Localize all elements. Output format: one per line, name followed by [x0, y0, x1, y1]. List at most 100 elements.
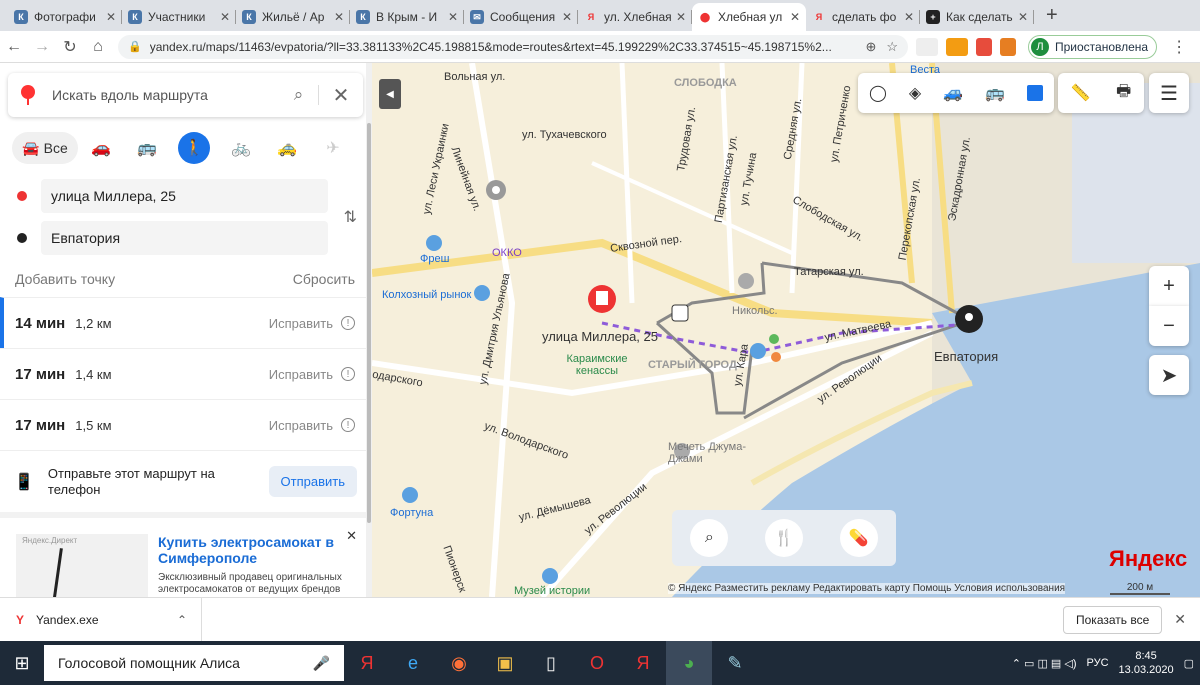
poi-label[interactable]: Мечеть Джума-Джами — [668, 441, 748, 465]
back-icon[interactable]: ← — [0, 38, 28, 56]
yandex-icon[interactable]: Я — [620, 641, 666, 685]
map-footer-links[interactable]: © Яндекс Разместить рекламу Редактироват… — [668, 583, 1066, 594]
info-icon[interactable]: ! — [341, 418, 355, 432]
layers-icon[interactable] — [1026, 85, 1043, 101]
info-icon[interactable]: ! — [341, 367, 355, 381]
close-tab-icon[interactable]: ✕ — [448, 10, 458, 24]
yandex-browser-icon[interactable]: Я — [344, 641, 390, 685]
browser-tab[interactable]: К Участники ✕ — [122, 3, 236, 31]
ie-icon[interactable]: e — [390, 641, 436, 685]
info-icon[interactable]: ! — [341, 316, 355, 330]
panorama-icon[interactable]: ◈ — [909, 83, 921, 103]
close-tab-icon[interactable]: ✕ — [106, 10, 116, 24]
tray-icons[interactable]: ⌃ ▭ ◫ ▤ ◁) — [1012, 657, 1077, 670]
language-indicator[interactable]: РУС — [1087, 657, 1109, 669]
extension-red-icon[interactable] — [976, 37, 992, 56]
reload-icon[interactable]: ↻ — [56, 37, 84, 57]
browser-tab[interactable]: ✉ Сообщения ✕ — [464, 3, 578, 31]
poi-label[interactable]: Караимские кенассы — [562, 353, 632, 377]
send-button[interactable]: Отправить — [268, 466, 357, 497]
search-input[interactable]: Искать вдоль маршрута — [52, 87, 279, 103]
route-search-box[interactable]: Искать вдоль маршрута ⌕ ✕ — [8, 73, 363, 117]
extension-icon[interactable] — [916, 37, 938, 56]
ruler-icon[interactable]: 📏 — [1071, 83, 1091, 103]
poi-label[interactable]: Фортуна — [390, 507, 433, 519]
close-tab-icon[interactable]: ✕ — [562, 10, 572, 24]
bus-icon[interactable]: 🚌 — [124, 132, 170, 164]
poi-label[interactable]: Музей истории — [514, 585, 590, 597]
zoom-out-button[interactable]: − — [1149, 306, 1189, 346]
notification-icon[interactable]: ▢ — [1184, 657, 1194, 670]
route-option[interactable]: 17 мин 1,5 км Исправить! — [0, 399, 371, 450]
parking-icon[interactable]: 🚙 — [943, 83, 963, 103]
paint-icon[interactable]: ✎ — [712, 641, 758, 685]
chrome-icon[interactable]: ◕ — [666, 641, 712, 685]
extension-off-icon[interactable] — [946, 37, 968, 56]
zoom-in-button[interactable]: + — [1149, 266, 1189, 306]
download-item[interactable]: Y Yandex.exe ⌃ — [0, 597, 202, 642]
profile-button[interactable]: Л Приостановлена — [1028, 34, 1158, 59]
reset-link[interactable]: Сбросить — [293, 271, 355, 297]
browser-tab-active[interactable]: ⬤ Хлебная ул ✕ — [692, 3, 806, 31]
browser-tab[interactable]: Яул. Хлебная ✕ — [578, 3, 692, 31]
fix-link[interactable]: Исправить — [269, 418, 333, 433]
close-icon[interactable]: ✕ — [1174, 611, 1186, 628]
fix-link[interactable]: Исправить — [269, 316, 333, 331]
home-icon[interactable]: ⌂ — [84, 38, 112, 56]
transit-icon[interactable]: 🚌 — [985, 83, 1005, 103]
url-input[interactable]: 🔒 yandex.ru/maps/11463/evpatoria/?ll=33.… — [118, 34, 908, 59]
clock[interactable]: 8:45 13.03.2020 — [1119, 649, 1174, 677]
extension-orange-icon[interactable] — [1000, 37, 1016, 56]
document-icon[interactable]: ▯ — [528, 641, 574, 685]
browser-menu-icon[interactable]: ⋮ — [1171, 37, 1187, 57]
firefox-icon[interactable]: ◉ — [436, 641, 482, 685]
close-tab-icon[interactable]: ✕ — [220, 10, 230, 24]
mode-all-button[interactable]: 🚘 Все — [12, 132, 78, 164]
show-all-button[interactable]: Показать все — [1063, 605, 1163, 634]
close-tab-icon[interactable]: ✕ — [334, 10, 344, 24]
car-icon[interactable]: 🚗 — [78, 132, 124, 164]
add-point-link[interactable]: Добавить точку — [15, 271, 115, 297]
browser-tab[interactable]: К Жильё / Ар ✕ — [236, 3, 350, 31]
plane-icon[interactable]: ✈ — [310, 132, 356, 164]
traffic-icon[interactable]: ◯ — [869, 83, 887, 103]
ad-block[interactable]: Яндекс.Директ Купить электросамокат в Си… — [0, 512, 371, 597]
route-option[interactable]: 17 мин 1,4 км Исправить! — [0, 348, 371, 399]
poi-label[interactable]: Фреш — [420, 253, 449, 265]
menu-icon[interactable]: ☰ — [1149, 73, 1189, 113]
star-icon[interactable]: ☆ — [886, 39, 898, 55]
browser-tab[interactable]: К Фотографи ✕ — [8, 3, 122, 31]
geolocation-icon[interactable]: ➤ — [1149, 355, 1189, 395]
browser-tab[interactable]: КВ Крым - И ✕ — [350, 3, 464, 31]
file-explorer-icon[interactable]: ▣ — [482, 641, 528, 685]
forward-icon[interactable]: → — [28, 38, 56, 56]
close-tab-icon[interactable]: ✕ — [676, 10, 686, 24]
food-icon[interactable]: 🍴 — [764, 519, 803, 557]
chevron-up-icon[interactable]: ⌃ — [177, 613, 187, 627]
search-icon[interactable]: ⌕ — [279, 85, 319, 105]
to-field[interactable]: Евпатория — [41, 221, 328, 255]
assistant-search-box[interactable]: Голосовой помощник Алиса 🎤 — [44, 645, 344, 681]
scrollbar-thumb[interactable] — [367, 123, 371, 523]
taxi-icon[interactable]: 🚕 — [264, 132, 310, 164]
ad-close-icon[interactable]: ✕ — [346, 528, 357, 544]
close-tab-icon[interactable]: ✕ — [1018, 10, 1028, 24]
browser-tab[interactable]: Ясделать фо ✕ — [806, 3, 920, 31]
close-tab-icon[interactable]: ✕ — [790, 10, 800, 24]
fix-link[interactable]: Исправить — [269, 367, 333, 382]
bike-icon[interactable]: 🚲 — [218, 132, 264, 164]
browser-tab[interactable]: + Как сделать ✕ — [920, 3, 1034, 31]
map-canvas[interactable]: Вольная ул. СЛОБОДКА ул. Тухачевского ул… — [372, 63, 1200, 597]
swap-icon[interactable]: ⇅ — [344, 207, 357, 227]
poi-label[interactable]: Колхозный рынок — [382, 289, 471, 301]
poi-label[interactable]: ОККО — [492, 247, 522, 259]
collapse-sidebar-button[interactable]: ◀ — [379, 79, 401, 109]
opera-icon[interactable]: O — [574, 641, 620, 685]
new-tab-button[interactable]: + — [1034, 4, 1070, 31]
from-field[interactable]: улица Миллера, 25 — [41, 179, 328, 213]
pharmacy-icon[interactable]: 💊 — [839, 519, 878, 557]
print-icon[interactable]: 🖶 — [1116, 80, 1131, 107]
close-icon[interactable]: ✕ — [319, 83, 363, 108]
search-icon[interactable]: ⌕ — [690, 519, 729, 557]
poi-label[interactable]: Никольс. — [732, 305, 778, 317]
